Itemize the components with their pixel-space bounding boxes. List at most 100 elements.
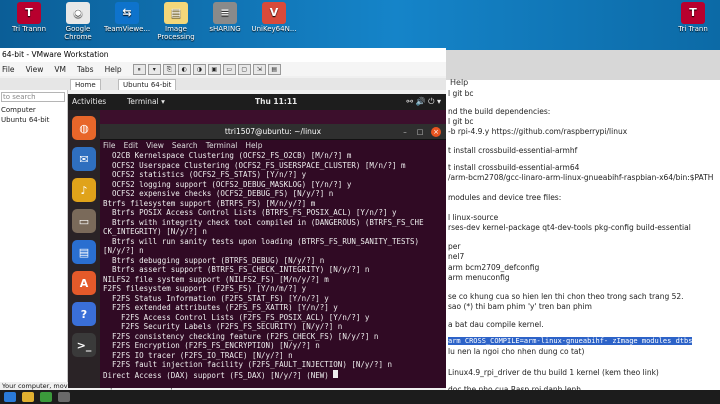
dock-libreoffice-writer-icon[interactable]: ▤ [72,240,96,264]
vmware-menu-vm[interactable]: VM [54,65,66,74]
library-search-input[interactable]: to search [1,92,65,102]
desktop-icon[interactable]: T Tri Trann [668,2,718,33]
tab-home[interactable]: Home [70,79,101,90]
document-line: a bat dau compile kernel. [448,320,544,329]
terminal-menu-file[interactable]: File [103,141,116,150]
toolbar-button-icon[interactable]: ◐ [177,63,191,75]
toolbar-button-icon[interactable]: ▾ [147,63,161,75]
document-line: sao (*) thi bam phim 'y' tren ban phim [448,302,592,311]
document-line: arm CROSS_COMPILE=arm-linux-gnueabihf- z… [448,337,693,345]
toolbar-button-icon[interactable]: ▢ [237,63,251,75]
document-line: t install crossbuild-essential-arm64 [448,163,580,172]
chrome-icon[interactable] [40,392,52,402]
terminal-output[interactable]: O2CB Kernelspace Clustering (OCFS2_FS_O2… [103,151,443,380]
explorer-icon[interactable] [22,392,34,402]
terminal-menu-help[interactable]: Help [245,141,262,150]
desktop-icon-label: UniKey64N... [251,25,297,33]
document-line: /arm-bcm2708/gcc-linaro-arm-linux-gnueab… [448,173,714,182]
terminal-line: F2FS consistency checking feature (F2FS_… [103,331,379,341]
ubuntu-dock: ◍ ✉ ♪ ▭ ▤ A? >_ [68,110,100,388]
terminal-title: ttri1507@ubuntu: ~/linux [100,124,446,140]
terminal-menu-edit[interactable]: Edit [124,141,139,150]
document-line: l git bc [448,89,474,98]
document-help-menu[interactable]: Help [450,78,468,87]
dock-help-icon[interactable]: ? [72,302,96,326]
activities-button[interactable]: Activities [72,94,106,110]
toolbar-button-icon[interactable]: ▭ [222,63,236,75]
document-line: -b rpi-4.9.y https://github.com/raspberr… [448,127,628,136]
toolbar-button-icon[interactable]: ⏸ [132,63,146,75]
document-line: Linux4.9_rpi_driver de thu build 1 kerne… [448,368,659,377]
vmware-menu-view[interactable]: View [26,65,44,74]
vmware-title: 64-bit - VMware Workstation [0,48,446,62]
terminal-menu-view[interactable]: View [146,141,164,150]
terminal-window[interactable]: ttri1507@ubuntu: ~/linux – □ × File Edit V… [100,124,446,388]
toolbar-button-icon[interactable]: ⇲ [252,63,266,75]
document-line: rses-dev kernel-package qt4-dev-tools pk… [448,223,691,232]
vmware-menu-file[interactable]: File [2,65,15,74]
terminal-line: F2FS fault injection facility (F2FS_FAUL… [103,360,392,369]
library-item-computer[interactable]: Computer [1,106,36,114]
ubuntu-guest-screen[interactable]: Activities Terminal ▾ Thu 11:11 ⚯ 🔊 ⏻ ▾ … [68,94,446,388]
toolbar-button-icon[interactable]: ▣ [207,63,221,75]
document-line: arm bcm2709_defconfig [448,263,540,272]
dock-thunderbird-icon[interactable]: ✉ [72,147,96,171]
terminal-line: F2FS extended attributes (F2FS_FS_XATTR)… [103,303,338,312]
background-document: Help l git bc nd the build dependencies: l… [444,50,720,390]
desktop-icon-label: Google Chrome [64,25,92,41]
terminal-line: F2FS filesystem support (F2FS_FS) [Y/n/m… [103,284,307,293]
dock-files-icon[interactable]: ▭ [72,209,96,233]
system-menu-icons[interactable]: ⚯ 🔊 ⏻ ▾ [406,94,441,110]
tab-ubuntu[interactable]: Ubuntu 64-bit [118,79,177,90]
dock-terminal-icon[interactable]: >_ [72,333,96,357]
desktop-icon[interactable]: T Tri Trannn [6,2,52,33]
minimize-icon[interactable]: – [400,127,410,137]
desktop-icon[interactable]: ◉ Google Chrome [55,2,101,41]
dock-firefox-icon[interactable]: ◍ [72,116,96,140]
desktop-icon-glyph: ▤ [164,2,188,24]
terminal-line: NILFS2 file system support (NILFS2_FS) [… [103,274,329,284]
desktop-icon-glyph: T [17,2,41,24]
terminal-line: F2FS Access Control Lists (F2FS_FS_POSIX… [103,312,370,322]
terminal-line: OCFS2 expensive checks (OCFS2_DEBUG_FS) … [103,189,334,198]
desktop-icon-glyph: ≡ [213,2,237,24]
app-menu[interactable]: Terminal ▾ [127,94,165,110]
terminal-line: [N/y/?] n [103,246,144,255]
windows-taskbar [0,390,720,404]
desktop-icon[interactable]: ⇆ TeamViewe... [104,2,150,33]
desktop-icon-label: Tri Trann [678,25,708,33]
document-line: per [448,242,461,251]
document-line: l linux-source [448,213,499,222]
start-icon[interactable] [4,392,16,402]
terminal-line: O2CB Kernelspace Clustering (OCFS2_FS_O2… [103,151,352,160]
desktop-icon-glyph: V [262,2,286,24]
desktop-icon[interactable]: ≡ sHARING [202,2,248,33]
vmware-library: to search Computer Ubuntu 64-bit [0,90,68,390]
document-line: nd the build dependencies: [448,107,551,116]
desktop: T Tri Trannn ◉ Google Chrome ⇆ TeamViewe... ▤ I… [0,0,720,50]
close-icon[interactable]: × [431,127,441,137]
desktop-icon[interactable]: V UniKey64N... [251,2,297,33]
terminal-line: F2FS Security Labels (F2FS_FS_SECURITY) … [103,322,343,331]
toolbar-button-icon[interactable]: ◑ [192,63,206,75]
document-line: t install crossbuild-essential-armhf [448,146,578,155]
dock-rhythmbox-icon[interactable]: ♪ [72,178,96,202]
terminal-menu-search[interactable]: Search [172,141,198,150]
document-line: modules and device tree files: [448,193,562,202]
terminal-line: Direct Access (DAX) support (FS_DAX) [N/… [103,369,443,381]
maximize-icon[interactable]: □ [415,127,425,137]
clock[interactable]: Thu 11:11 [255,94,297,110]
dock-software-icon[interactable]: A [72,271,96,295]
terminal-menu-terminal[interactable]: Terminal [206,141,238,150]
terminal-line: OCFS2 logging support (OCFS2_DEBUG_MASKL… [103,179,352,189]
toolbar-button-icon[interactable]: ▤ [267,63,281,75]
document-line: l git bc [448,117,474,126]
vmware-menu-tabs[interactable]: Tabs [77,65,94,74]
toolbar-button-icon[interactable]: ⎘ [162,63,176,75]
vmware-task-icon[interactable] [58,392,70,402]
ubuntu-topbar: Activities Terminal ▾ Thu 11:11 ⚯ 🔊 ⏻ ▾ [68,94,446,110]
desktop-icon[interactable]: ▤ Image Processing [153,2,199,41]
vmware-menu-help[interactable]: Help [105,65,122,74]
terminal-line: Btrfs with integrity check tool compiled… [103,217,424,227]
library-item-ubuntu[interactable]: Ubuntu 64-bit [1,116,49,124]
